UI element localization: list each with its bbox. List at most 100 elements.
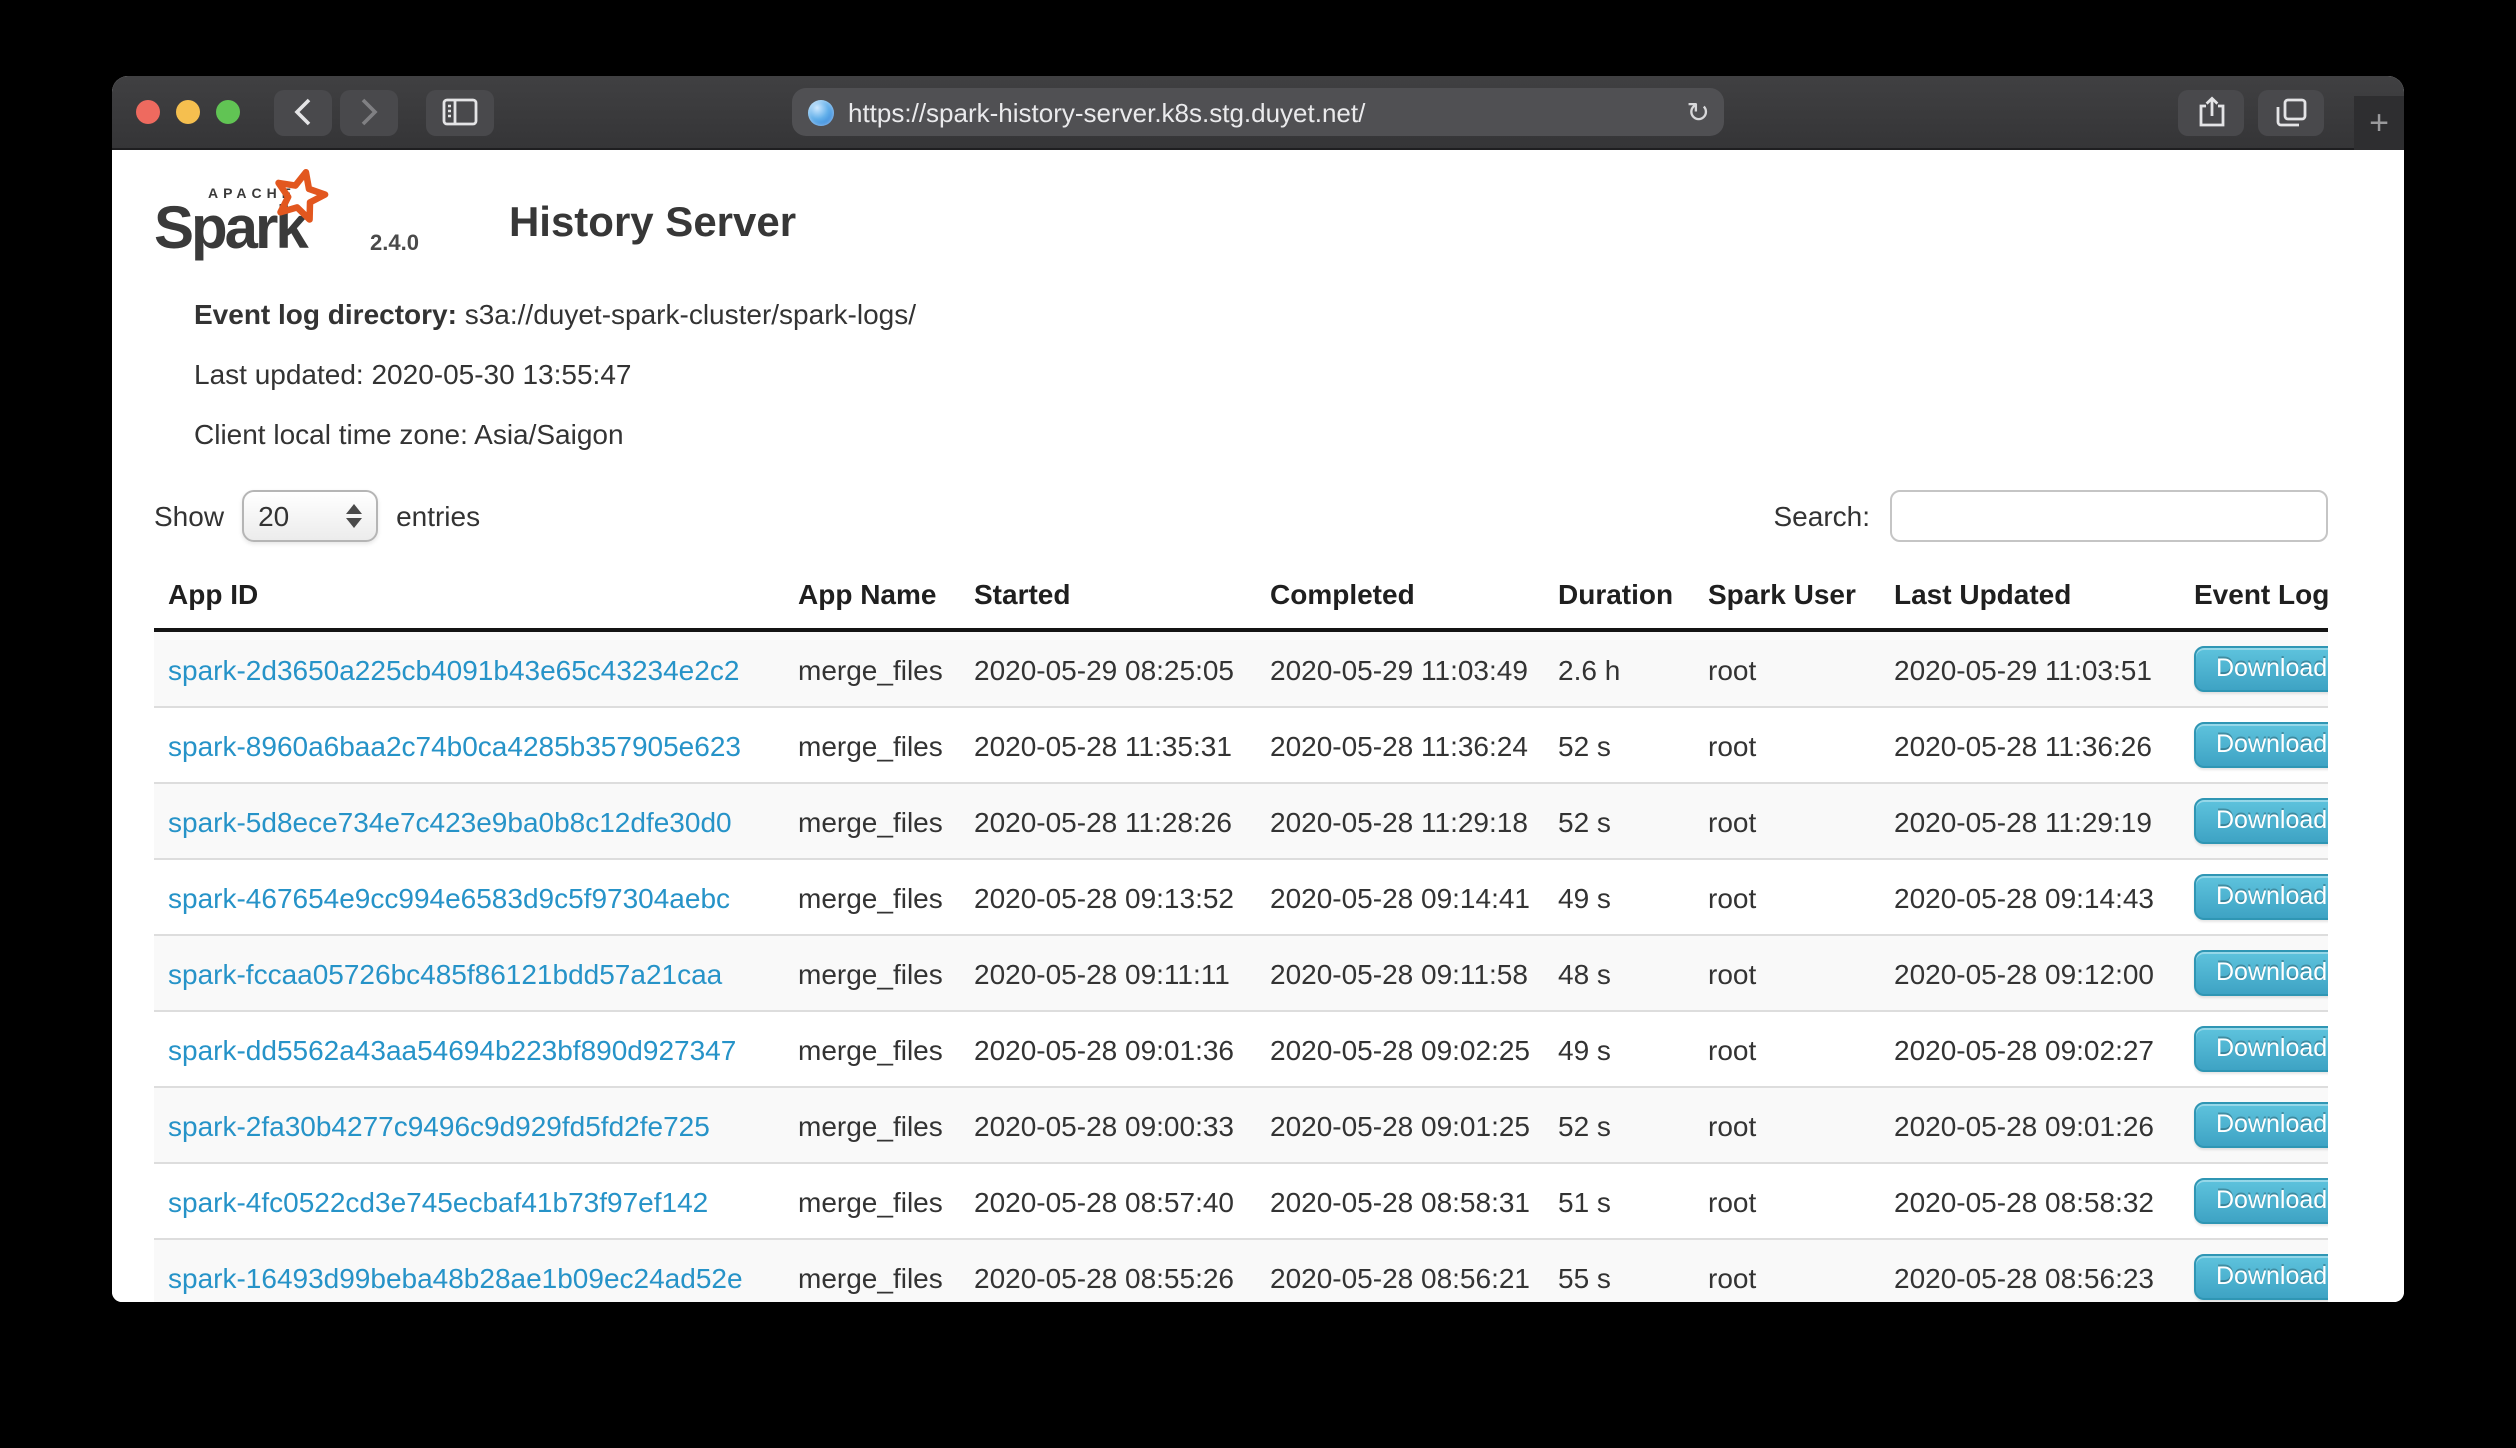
completed-cell: 2020-05-28 09:01:25 xyxy=(1256,1087,1544,1163)
app-name-cell: merge_files xyxy=(784,783,960,859)
tabs-overview-icon xyxy=(2275,97,2307,127)
app-id-link[interactable]: spark-dd5562a43aa54694b223bf890d927347 xyxy=(168,1033,736,1065)
event-log-cell: Download xyxy=(2180,630,2328,707)
download-button[interactable]: Download xyxy=(2194,722,2328,768)
download-button[interactable]: Download xyxy=(2194,950,2328,996)
download-button[interactable]: Download xyxy=(2194,1026,2328,1072)
app-id-link[interactable]: spark-467654e9cc994e6583d9c5f97304aebc xyxy=(168,881,730,913)
zoom-window-button[interactable] xyxy=(216,100,240,124)
browser-window: https://spark-history-server.k8s.stg.duy… xyxy=(112,76,2404,1302)
app-name-cell: merge_files xyxy=(784,1239,960,1302)
download-button[interactable]: Download xyxy=(2194,1178,2328,1224)
spark-version: 2.4.0 xyxy=(370,232,419,256)
spark-user-cell: root xyxy=(1694,935,1880,1011)
app-id-link[interactable]: spark-16493d99beba48b28ae1b09ec24ad52e xyxy=(168,1261,743,1293)
event-log-directory-line: Event log directory: s3a://duyet-spark-c… xyxy=(194,284,2328,344)
spark-user-cell: root xyxy=(1694,1011,1880,1087)
event-log-cell: Download xyxy=(2180,1011,2328,1087)
sidebar-icon xyxy=(442,98,478,126)
spark-user-cell: root xyxy=(1694,859,1880,935)
completed-cell: 2020-05-28 08:56:21 xyxy=(1256,1239,1544,1302)
last-updated-cell: 2020-05-28 11:29:19 xyxy=(1880,783,2180,859)
app-id-link[interactable]: spark-2d3650a225cb4091b43e65c43234e2c2 xyxy=(168,653,739,685)
spark-user-cell: root xyxy=(1694,630,1880,707)
spark-user-cell: root xyxy=(1694,1087,1880,1163)
column-header-duration[interactable]: Duration xyxy=(1544,566,1694,630)
window-controls xyxy=(136,100,240,124)
app-id-link[interactable]: spark-2fa30b4277c9496c9d929fd5fd2fe725 xyxy=(168,1109,710,1141)
download-button[interactable]: Download xyxy=(2194,1102,2328,1148)
sidebar-toggle-button[interactable] xyxy=(426,89,494,135)
server-info: Event log directory: s3a://duyet-spark-c… xyxy=(194,284,2328,464)
column-header-app-name[interactable]: App Name xyxy=(784,566,960,630)
app-id-cell: spark-2fa30b4277c9496c9d929fd5fd2fe725 xyxy=(154,1087,784,1163)
spark-user-cell: root xyxy=(1694,783,1880,859)
table-controls: Show 20 entries Search: xyxy=(154,490,2328,542)
app-id-link[interactable]: spark-8960a6baa2c74b0ca4285b357905e623 xyxy=(168,729,741,761)
minimize-window-button[interactable] xyxy=(176,100,200,124)
chevron-right-icon xyxy=(360,98,378,126)
share-icon xyxy=(2197,96,2225,128)
column-header-completed[interactable]: Completed xyxy=(1256,566,1544,630)
entries-select[interactable]: 20 xyxy=(242,490,378,542)
forward-button[interactable] xyxy=(340,89,398,135)
duration-cell: 52 s xyxy=(1544,783,1694,859)
download-button[interactable]: Download xyxy=(2194,798,2328,844)
share-button[interactable] xyxy=(2178,89,2244,135)
last-updated-cell: 2020-05-28 11:36:26 xyxy=(1880,707,2180,783)
back-button[interactable] xyxy=(274,89,332,135)
app-id-cell: spark-5d8ece734e7c423e9ba0b8c12dfe30d0 xyxy=(154,783,784,859)
page-header: APACHE Spark 2.4.0 History Server xyxy=(154,170,2328,274)
duration-cell: 52 s xyxy=(1544,1087,1694,1163)
started-cell: 2020-05-28 09:11:11 xyxy=(960,935,1256,1011)
last-updated-cell: 2020-05-28 09:12:00 xyxy=(1880,935,2180,1011)
address-bar[interactable]: https://spark-history-server.k8s.stg.duy… xyxy=(792,88,1724,136)
duration-cell: 49 s xyxy=(1544,1011,1694,1087)
completed-cell: 2020-05-28 09:11:58 xyxy=(1256,935,1544,1011)
show-entries-control: Show 20 entries xyxy=(154,490,480,542)
started-cell: 2020-05-29 08:25:05 xyxy=(960,630,1256,707)
search-input[interactable] xyxy=(1890,490,2328,542)
column-header-spark-user[interactable]: Spark User xyxy=(1694,566,1880,630)
download-button[interactable]: Download xyxy=(2194,1254,2328,1300)
column-header-event-log[interactable]: Event Log xyxy=(2180,566,2328,630)
column-header-started[interactable]: Started xyxy=(960,566,1256,630)
app-id-link[interactable]: spark-fccaa05726bc485f86121bdd57a21caa xyxy=(168,957,722,989)
app-id-link[interactable]: spark-4fc0522cd3e745ecbaf41b73f97ef142 xyxy=(168,1185,708,1217)
table-row: spark-467654e9cc994e6583d9c5f97304aebcme… xyxy=(154,859,2328,935)
event-log-cell: Download xyxy=(2180,707,2328,783)
table-row: spark-8960a6baa2c74b0ca4285b357905e623me… xyxy=(154,707,2328,783)
app-name-cell: merge_files xyxy=(784,1087,960,1163)
event-log-cell: Download xyxy=(2180,1239,2328,1302)
toolbar-right-group xyxy=(2178,89,2324,135)
duration-cell: 49 s xyxy=(1544,859,1694,935)
completed-cell: 2020-05-28 09:14:41 xyxy=(1256,859,1544,935)
app-name-cell: merge_files xyxy=(784,935,960,1011)
event-log-cell: Download xyxy=(2180,859,2328,935)
new-tab-button[interactable]: + xyxy=(2354,96,2404,150)
download-button[interactable]: Download xyxy=(2194,646,2328,692)
app-id-cell: spark-fccaa05726bc485f86121bdd57a21caa xyxy=(154,935,784,1011)
app-id-cell: spark-4fc0522cd3e745ecbaf41b73f97ef142 xyxy=(154,1163,784,1239)
table-header-row: App ID App Name Started Completed Durati… xyxy=(154,566,2328,630)
browser-toolbar: https://spark-history-server.k8s.stg.duy… xyxy=(112,76,2404,150)
column-header-app-id[interactable]: App ID xyxy=(154,566,784,630)
applications-table: App ID App Name Started Completed Durati… xyxy=(154,566,2328,1302)
completed-cell: 2020-05-28 09:02:25 xyxy=(1256,1011,1544,1087)
duration-cell: 2.6 h xyxy=(1544,630,1694,707)
app-name-cell: merge_files xyxy=(784,630,960,707)
show-all-tabs-button[interactable] xyxy=(2258,89,2324,135)
spark-user-cell: root xyxy=(1694,1239,1880,1302)
chevron-left-icon xyxy=(294,98,312,126)
started-cell: 2020-05-28 09:13:52 xyxy=(960,859,1256,935)
desktop-background: https://spark-history-server.k8s.stg.duy… xyxy=(0,0,2516,1448)
reload-icon[interactable]: ↻ xyxy=(1687,98,1710,126)
duration-cell: 51 s xyxy=(1544,1163,1694,1239)
close-window-button[interactable] xyxy=(136,100,160,124)
download-button[interactable]: Download xyxy=(2194,874,2328,920)
started-cell: 2020-05-28 09:01:36 xyxy=(960,1011,1256,1087)
app-name-cell: merge_files xyxy=(784,1011,960,1087)
column-header-last-updated[interactable]: Last Updated xyxy=(1880,566,2180,630)
app-id-link[interactable]: spark-5d8ece734e7c423e9ba0b8c12dfe30d0 xyxy=(168,805,732,837)
completed-cell: 2020-05-28 11:29:18 xyxy=(1256,783,1544,859)
